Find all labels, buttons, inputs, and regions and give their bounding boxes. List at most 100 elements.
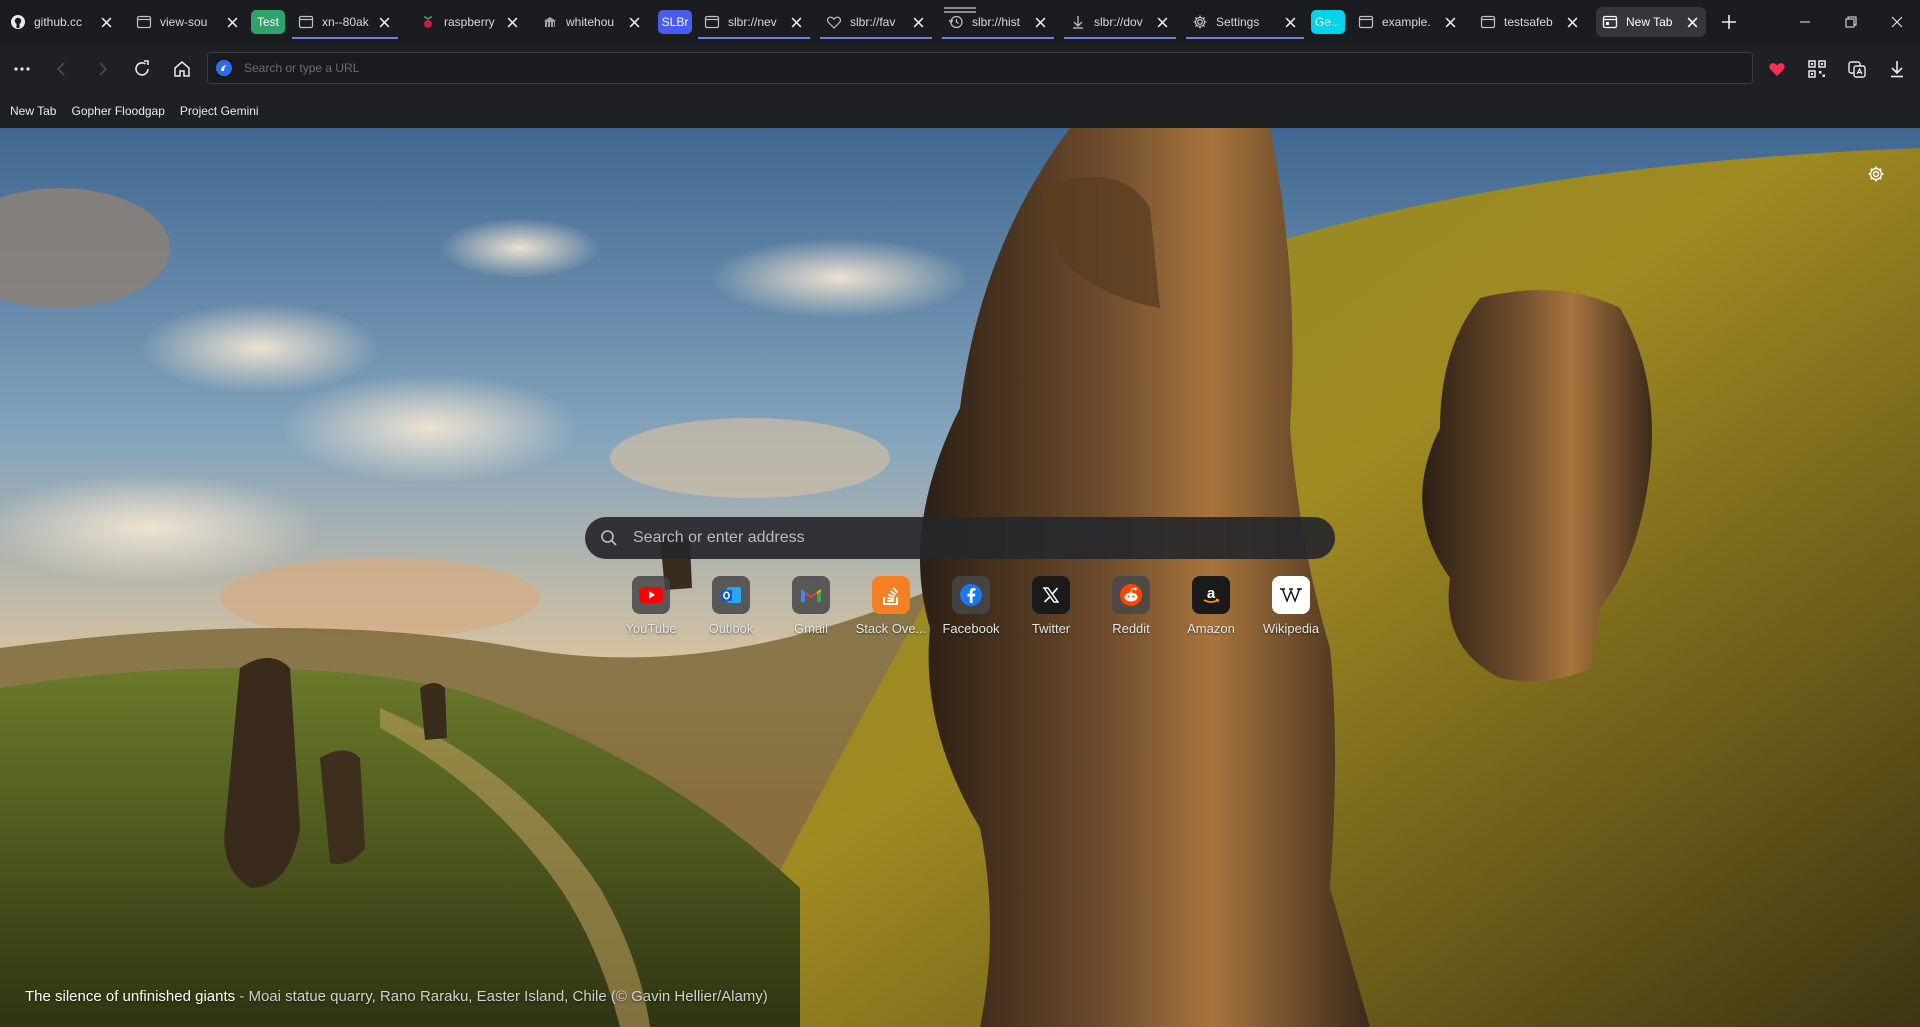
tab-slbr-history[interactable]: slbr://hist xyxy=(942,7,1054,39)
tab-title: view-sou xyxy=(160,15,208,29)
speed-dial-label: Outlook xyxy=(708,621,754,636)
menu-button[interactable] xyxy=(10,57,34,81)
gmail-icon xyxy=(792,576,830,614)
close-icon[interactable] xyxy=(1442,14,1458,30)
speed-dial-outlook[interactable]: Outlook xyxy=(692,576,770,636)
close-icon[interactable] xyxy=(1032,14,1048,30)
facebook-icon xyxy=(952,576,990,614)
wallpaper-caption[interactable]: The silence of unfinished giants - Moai … xyxy=(25,988,768,1005)
stackoverflow-icon xyxy=(872,576,910,614)
speed-dial-facebook[interactable]: Facebook xyxy=(932,576,1010,636)
speed-dial-youtube[interactable]: YouTube xyxy=(612,576,690,636)
download-icon xyxy=(1891,61,1903,78)
tab-group-slbr[interactable]: SLBr xyxy=(658,10,692,34)
github-icon xyxy=(10,14,26,30)
wikipedia-icon xyxy=(1272,576,1310,614)
qr-code-button[interactable] xyxy=(1805,57,1829,81)
tab-title: New Tab xyxy=(1626,15,1673,29)
tab-title: testsafeb xyxy=(1504,15,1553,29)
close-icon[interactable] xyxy=(98,14,114,30)
home-button[interactable] xyxy=(170,57,194,81)
bookmark-new-tab[interactable]: New Tab xyxy=(10,104,56,118)
close-icon[interactable] xyxy=(1684,14,1700,30)
speed-dial-label: Stack Ove... xyxy=(855,621,927,636)
tab-new-tab[interactable]: New Tab xyxy=(1596,7,1706,37)
close-icon[interactable] xyxy=(1564,14,1580,30)
raspberry-icon xyxy=(420,14,436,30)
translate-button[interactable] xyxy=(1845,57,1869,81)
page-icon xyxy=(298,14,314,30)
tab-slbr-fav[interactable]: slbr://fav xyxy=(820,7,932,39)
whitehouse-icon xyxy=(542,14,558,30)
back-button[interactable] xyxy=(50,57,74,81)
tab-github[interactable]: github.cc xyxy=(4,7,120,37)
url-input[interactable] xyxy=(242,60,1752,76)
speed-dial-label: Reddit xyxy=(1112,621,1150,636)
restore-icon xyxy=(1845,16,1857,28)
twitter-x-icon xyxy=(1032,576,1070,614)
forward-button[interactable] xyxy=(90,57,114,81)
close-icon[interactable] xyxy=(626,14,642,30)
tab-example[interactable]: example. xyxy=(1352,7,1464,37)
tab-title: slbr://hist xyxy=(972,15,1021,29)
tab-title: github.cc xyxy=(34,15,83,29)
close-icon[interactable] xyxy=(788,14,804,30)
tab-title: slbr://fav xyxy=(850,15,896,29)
newtab-search-input[interactable] xyxy=(631,528,1335,548)
home-icon xyxy=(174,61,190,77)
tab-whitehouse[interactable]: whitehou xyxy=(536,7,648,37)
close-icon[interactable] xyxy=(504,14,520,30)
gear-icon xyxy=(1192,14,1208,30)
speed-dial-reddit[interactable]: Reddit xyxy=(1092,576,1170,636)
address-bar[interactable] xyxy=(207,52,1753,84)
gear-icon xyxy=(1868,166,1884,182)
minimize-button[interactable] xyxy=(1791,10,1819,34)
speed-dial-gmail[interactable]: Gmail xyxy=(772,576,850,636)
close-icon[interactable] xyxy=(1282,14,1298,30)
outlook-icon xyxy=(712,576,750,614)
newtab-settings-button[interactable] xyxy=(1864,162,1888,186)
tab-view-source[interactable]: view-sou xyxy=(130,7,246,37)
close-icon[interactable] xyxy=(910,14,926,30)
page-icon xyxy=(1358,14,1374,30)
bookmark-project-gemini[interactable]: Project Gemini xyxy=(180,104,259,118)
tab-group-test[interactable]: Test xyxy=(251,10,285,34)
close-icon[interactable] xyxy=(376,14,392,30)
close-window-button[interactable] xyxy=(1883,10,1911,34)
tab-raspberry[interactable]: raspberry xyxy=(414,7,526,37)
page-icon xyxy=(704,14,720,30)
speed-dial-wikipedia[interactable]: Wikipedia xyxy=(1252,576,1330,636)
speed-dial-stackoverflow[interactable]: Stack Ove... xyxy=(852,576,930,636)
newtab-search-box[interactable] xyxy=(585,517,1335,559)
tab-xn[interactable]: xn--80ak xyxy=(292,7,398,39)
tab-settings[interactable]: Settings xyxy=(1186,7,1304,39)
caption-title: The silence of unfinished giants xyxy=(25,988,236,1005)
bookmark-gopher-floodgap[interactable]: Gopher Floodgap xyxy=(71,104,164,118)
svg-text:a: a xyxy=(1207,585,1216,602)
site-info-icon[interactable] xyxy=(216,60,232,76)
favourites-button[interactable] xyxy=(1765,57,1789,81)
amazon-icon: a xyxy=(1192,576,1230,614)
close-icon[interactable] xyxy=(1154,14,1170,30)
tab-testsafebrowsing[interactable]: testsafeb xyxy=(1474,7,1586,37)
reload-button[interactable] xyxy=(130,57,154,81)
restore-button[interactable] xyxy=(1837,10,1865,34)
download-icon xyxy=(1070,14,1086,30)
speed-dial-amazon[interactable]: a Amazon xyxy=(1172,576,1250,636)
downloads-button[interactable] xyxy=(1885,57,1909,81)
tab-title: raspberry xyxy=(444,15,495,29)
close-icon xyxy=(1891,16,1903,28)
tab-slbr-downloads[interactable]: slbr://dov xyxy=(1064,7,1176,39)
new-tab-button[interactable] xyxy=(1717,10,1741,34)
tab-slbr-new[interactable]: slbr://nev xyxy=(698,7,810,39)
new-tab-page: YouTube Outlook Gmail Stack Ove... Faceb… xyxy=(0,128,1920,1027)
speed-dial-label: YouTube xyxy=(625,621,677,636)
speed-dial-twitter[interactable]: Twitter xyxy=(1012,576,1090,636)
tab-group-ge[interactable]: Ge... xyxy=(1311,10,1345,34)
navigation-toolbar xyxy=(0,44,1920,94)
speed-dial: YouTube Outlook Gmail Stack Ove... Faceb… xyxy=(612,576,1332,646)
qr-code-icon xyxy=(1808,60,1826,78)
caption-credit: - Moai statue quarry, Rano Raraku, Easte… xyxy=(235,988,768,1005)
close-icon[interactable] xyxy=(224,14,240,30)
newtab-icon xyxy=(1602,14,1618,30)
